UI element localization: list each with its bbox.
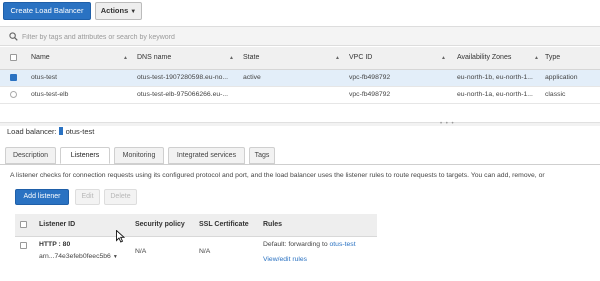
header-state-label: State	[243, 54, 260, 62]
tabs-divider	[0, 164, 600, 165]
sort-caret-icon: ▲	[123, 55, 128, 61]
selected-lb-name: otus-test	[65, 127, 95, 136]
header-type[interactable]: Type	[542, 47, 600, 70]
listener-row-checkbox[interactable]	[20, 241, 27, 249]
row-vpc: vpc-fb498792	[343, 69, 450, 87]
row-select-radio[interactable]	[10, 90, 17, 98]
listener-rules: Default: forwarding to otus-test View/ed…	[263, 236, 377, 265]
tab-description[interactable]: Description	[5, 147, 56, 164]
row-checkbox[interactable]	[10, 73, 17, 81]
table-row[interactable]: otus-test otus-test-1907280598.eu-no... …	[0, 69, 600, 87]
load-balancer-icon	[58, 127, 63, 135]
rules-default: Default: forwarding to otus-test	[263, 240, 356, 248]
table-header-row: Name ▲ DNS name ▲ State ▲ VPC ID ▲ Availabil…	[0, 47, 600, 70]
header-dns-name[interactable]: DNS name ▲	[131, 47, 238, 70]
caret-down-icon: ▼	[130, 9, 137, 15]
listeners-description: A listener checks for connection request…	[10, 172, 545, 179]
filter-input[interactable]	[22, 30, 582, 44]
create-load-balancer-button[interactable]: Create Load Balancer	[3, 2, 91, 20]
listeners-header-row: Listener ID Security policy SSL Certific…	[15, 214, 377, 237]
caret-down-icon[interactable]: ▼	[113, 254, 118, 260]
actions-dropdown-button[interactable]: Actions ▼	[95, 2, 142, 20]
header-zones-label: Availability Zones	[457, 54, 512, 62]
mouse-cursor-icon	[116, 230, 125, 243]
load-balancer-table: Name ▲ DNS name ▲ State ▲ VPC ID ▲ Availabil…	[0, 47, 600, 104]
sort-caret-icon: ▲	[229, 55, 234, 61]
header-select-all[interactable]	[0, 47, 25, 70]
row-state	[238, 86, 343, 104]
toolbar: Create Load Balancer Actions ▼	[0, 0, 600, 24]
target-group-link[interactable]: otus-test	[330, 241, 356, 248]
row-state: active	[238, 69, 343, 87]
row-zones: eu-north-1a, eu-north-1...	[450, 86, 542, 104]
tab-listeners[interactable]: Listeners	[60, 147, 110, 164]
actions-label: Actions	[100, 6, 129, 15]
header-availability-zones[interactable]: Availability Zones ▲	[450, 47, 542, 70]
listener-select-cell[interactable]	[15, 236, 37, 265]
listeners-table: Listener ID Security policy SSL Certific…	[15, 214, 377, 265]
row-vpc: vpc-fb498792	[343, 86, 450, 104]
listener-header-rules: Rules	[263, 214, 377, 237]
header-vpc-label: VPC ID	[349, 54, 373, 62]
header-state[interactable]: State ▲	[238, 47, 343, 70]
sort-caret-icon: ▲	[335, 55, 340, 61]
header-name[interactable]: Name ▲	[25, 47, 131, 70]
drag-grip-icon[interactable]: • • •	[440, 121, 455, 127]
listener-header-select[interactable]	[15, 214, 37, 237]
select-all-checkbox[interactable]	[10, 54, 17, 62]
listener-ssl-certificate: N/A	[199, 247, 211, 255]
detail-header: Load balancer: otus-test	[7, 127, 94, 136]
row-dns: otus-test-elb-975066266.eu-...	[131, 86, 238, 104]
detail-label-prefix: Load balancer:	[7, 127, 57, 136]
add-listener-button[interactable]: Add listener	[15, 189, 69, 205]
row-zones: eu-north-1b, eu-north-1...	[450, 69, 542, 87]
table-row[interactable]: otus-test-elb otus-test-elb-975066266.eu…	[0, 86, 600, 104]
listener-security-policy: N/A	[135, 247, 147, 255]
row-select-cell[interactable]	[0, 86, 25, 104]
tab-monitoring[interactable]: Monitoring	[114, 147, 164, 164]
header-dns-label: DNS name	[137, 54, 172, 62]
header-type-label: Type	[545, 54, 561, 62]
tab-integrated-services[interactable]: Integrated services	[168, 147, 245, 164]
row-type: classic	[542, 86, 600, 104]
sort-caret-icon: ▲	[441, 55, 446, 61]
row-select-cell[interactable]	[0, 69, 25, 87]
filter-bar	[0, 26, 600, 46]
row-name: otus-test-elb	[25, 86, 131, 104]
row-dns: otus-test-1907280598.eu-no...	[131, 69, 238, 87]
listener-header-security-policy: Security policy	[135, 214, 199, 237]
listener-header-ssl-certificate: SSL Certificate	[199, 214, 263, 237]
listener-row[interactable]: HTTP : 80 arn...74e3efeb0feec5b6 ▼ N/A N/…	[15, 236, 377, 265]
listener-arn: arn...74e3efeb0feec5b6 ▼	[39, 252, 118, 260]
sort-caret-icon: ▲	[534, 55, 539, 61]
row-name: otus-test	[25, 69, 131, 87]
header-vpc-id[interactable]: VPC ID ▲	[343, 47, 450, 70]
row-type: application	[542, 69, 600, 87]
listener-select-all-checkbox[interactable]	[20, 221, 27, 229]
header-name-label: Name	[31, 54, 50, 62]
panel-splitter[interactable]: • • •	[0, 121, 600, 127]
edit-button[interactable]: Edit	[75, 189, 100, 205]
view-edit-rules-link[interactable]: View/edit rules	[263, 256, 307, 263]
search-icon	[9, 32, 18, 41]
delete-button[interactable]: Delete	[104, 189, 137, 205]
tab-tags[interactable]: Tags	[249, 147, 275, 164]
